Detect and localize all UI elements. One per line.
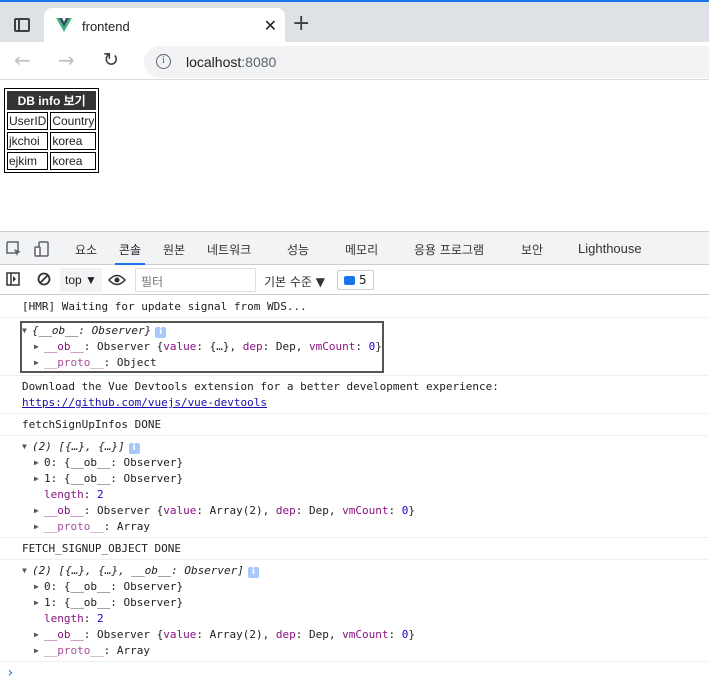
tab-performance[interactable]: 성능	[287, 241, 309, 258]
context-select[interactable]: top ▼	[60, 268, 102, 292]
url-text[interactable]: localhost:8080	[186, 54, 276, 70]
console-message: ▼ (2) [{…}, {…}] i ▶ 0: {__ob__: Observer} …	[0, 436, 709, 538]
array-summary-row[interactable]: ▼ (2) [{…}, {…}] i	[22, 439, 709, 455]
url-host: localhost	[186, 54, 242, 70]
tab-elements[interactable]: 요소	[75, 241, 97, 258]
tab-console[interactable]: 콘솔	[114, 241, 146, 265]
prompt-chevron-icon: ›	[6, 665, 15, 681]
column-header-country: Country	[50, 112, 97, 130]
collapsed-triangle-icon: ▶	[34, 358, 39, 367]
console-messages: [HMR] Waiting for update signal from WDS…	[0, 296, 709, 684]
browser-tab-strip: frontend ✕ +	[0, 0, 709, 44]
collapsed-triangle-icon: ▶	[34, 582, 39, 591]
vue-logo-icon	[56, 18, 72, 32]
object-summary: {__ob__: Observer}	[32, 324, 152, 337]
forward-arrow-icon[interactable]: →	[58, 50, 75, 70]
issues-count: 5	[359, 273, 367, 287]
log-text: FETCH_SIGNUP_OBJECT DONE	[22, 542, 181, 555]
device-toolbar-icon[interactable]	[34, 241, 50, 257]
tree-row[interactable]: ▶ 0: {__ob__: Observer}	[22, 455, 709, 471]
tree-row[interactable]: ▶ __ob__: Observer {value: Array(2), dep:…	[22, 627, 709, 643]
expand-triangle-icon: ▼	[22, 442, 27, 451]
eye-icon[interactable]	[108, 273, 126, 287]
tab-network[interactable]: 네트워크	[207, 241, 251, 258]
log-text: [HMR] Waiting for update signal from WDS…	[22, 300, 307, 313]
log-levels-dropdown[interactable]: 기본 수준 ▼	[264, 273, 325, 290]
expand-triangle-icon: ▼	[22, 566, 27, 575]
tree-row[interactable]: ▶ 1: {__ob__: Observer}	[22, 595, 709, 611]
issues-counter[interactable]: 5	[337, 270, 374, 290]
page-viewport: DB info 보기 UserID Country jkchoi korea e…	[0, 81, 709, 231]
browser-toolbar: ← → ↻ i localhost:8080	[0, 42, 709, 80]
expand-triangle-icon[interactable]: ▼	[22, 323, 32, 339]
console-message: FETCH_SIGNUP_OBJECT DONE	[0, 538, 709, 560]
clear-console-icon[interactable]	[37, 272, 51, 286]
back-arrow-icon[interactable]: ←	[14, 50, 31, 70]
show-sidebar-icon[interactable]	[6, 272, 20, 286]
console-message: ▼ (2) [{…}, {…}, __ob__: Observer] i ▶ 0: {…	[0, 560, 709, 662]
site-info-icon[interactable]: i	[156, 54, 171, 69]
info-badge-icon[interactable]: i	[247, 567, 259, 578]
collapsed-triangle-icon: ▶	[34, 522, 39, 531]
collapsed-triangle-icon: ▶	[34, 630, 39, 639]
table-cell: jkchoi	[7, 132, 49, 150]
tree-row[interactable]: ▶ __proto__: Array	[22, 643, 709, 659]
table-header: DB info 보기	[7, 91, 97, 110]
message-icon	[344, 276, 355, 285]
table-row: ejkim korea	[7, 152, 97, 170]
console-message: fetchSignUpInfos DONE	[0, 414, 709, 436]
console-message: ▼ {__ob__: Observer} i ▶ __ob__: Observer {…	[0, 318, 709, 376]
info-badge-icon[interactable]: i	[128, 443, 140, 454]
tab-title: frontend	[82, 19, 130, 34]
log-text: Download the Vue Devtools extension for …	[22, 380, 499, 393]
reload-icon[interactable]: ↻	[103, 50, 119, 70]
tree-row[interactable]: ▶ __proto__: Array	[22, 519, 709, 535]
console-message: Download the Vue Devtools extension for …	[0, 376, 709, 414]
info-badge-icon[interactable]: i	[155, 327, 167, 338]
tab-sources[interactable]: 원본	[163, 241, 185, 258]
filter-input[interactable]: 필터	[135, 268, 256, 292]
tree-row: length: 2	[44, 612, 104, 625]
collapsed-triangle-icon: ▶	[34, 646, 39, 655]
tab-lighthouse[interactable]: Lighthouse	[578, 241, 642, 256]
console-message: [HMR] Waiting for update signal from WDS…	[0, 296, 709, 318]
tab-memory[interactable]: 메모리	[345, 241, 378, 258]
browser-tab[interactable]: frontend ✕	[44, 8, 285, 44]
tree-row[interactable]: ▶ __proto__: Object	[22, 355, 382, 371]
console-prompt[interactable]: ›	[0, 662, 709, 684]
collapsed-triangle-icon: ▶	[34, 506, 39, 515]
collapsed-triangle-icon: ▶	[34, 598, 39, 607]
db-info-table: DB info 보기 UserID Country jkchoi korea e…	[4, 88, 100, 173]
table-cell: korea	[50, 152, 97, 170]
devtools-link[interactable]: https://github.com/vuejs/vue-devtools	[22, 396, 267, 409]
tab-security[interactable]: 보안	[521, 241, 543, 258]
console-toolbar: top ▼ 필터 기본 수준 ▼ 5	[0, 265, 709, 295]
devtools-tab-bar: 요소 콘솔 원본 네트워크 성능 메모리 응용 프로그램 보안 Lighthou…	[0, 232, 709, 265]
tree-row: length: 2	[44, 488, 104, 501]
collapsed-triangle-icon: ▶	[34, 474, 39, 483]
tree-row[interactable]: ▶ 0: {__ob__: Observer}	[22, 579, 709, 595]
devtools-panel: 요소 콘솔 원본 네트워크 성능 메모리 응용 프로그램 보안 Lighthou…	[0, 231, 709, 688]
address-bar[interactable]: i localhost:8080	[144, 46, 709, 78]
tab-search-icon[interactable]	[14, 18, 30, 32]
url-port: :8080	[241, 54, 277, 70]
tree-row[interactable]: ▶ __ob__: Observer {value: {…}, dep: Dep,…	[22, 339, 382, 355]
log-text: fetchSignUpInfos DONE	[22, 418, 162, 431]
collapsed-triangle-icon: ▶	[34, 458, 39, 467]
column-header-userid: UserID	[7, 112, 49, 130]
tab-close-icon[interactable]: ✕	[264, 16, 277, 35]
table-cell: ejkim	[7, 152, 49, 170]
tree-row[interactable]: ▶ 1: {__ob__: Observer}	[22, 471, 709, 487]
table-header-row: UserID Country	[7, 112, 97, 130]
inspect-element-icon[interactable]	[6, 241, 22, 257]
object-tree[interactable]: ▼ {__ob__: Observer} i ▶ __ob__: Observer {…	[20, 321, 384, 373]
tab-application[interactable]: 응용 프로그램	[414, 241, 484, 258]
tree-row[interactable]: ▶ __ob__: Observer {value: Array(2), dep:…	[22, 503, 709, 519]
new-tab-button[interactable]: +	[292, 13, 310, 35]
table-cell: korea	[50, 132, 97, 150]
table-row: jkchoi korea	[7, 132, 97, 150]
collapsed-triangle-icon: ▶	[34, 342, 39, 351]
array-summary-row[interactable]: ▼ (2) [{…}, {…}, __ob__: Observer] i	[22, 563, 709, 579]
